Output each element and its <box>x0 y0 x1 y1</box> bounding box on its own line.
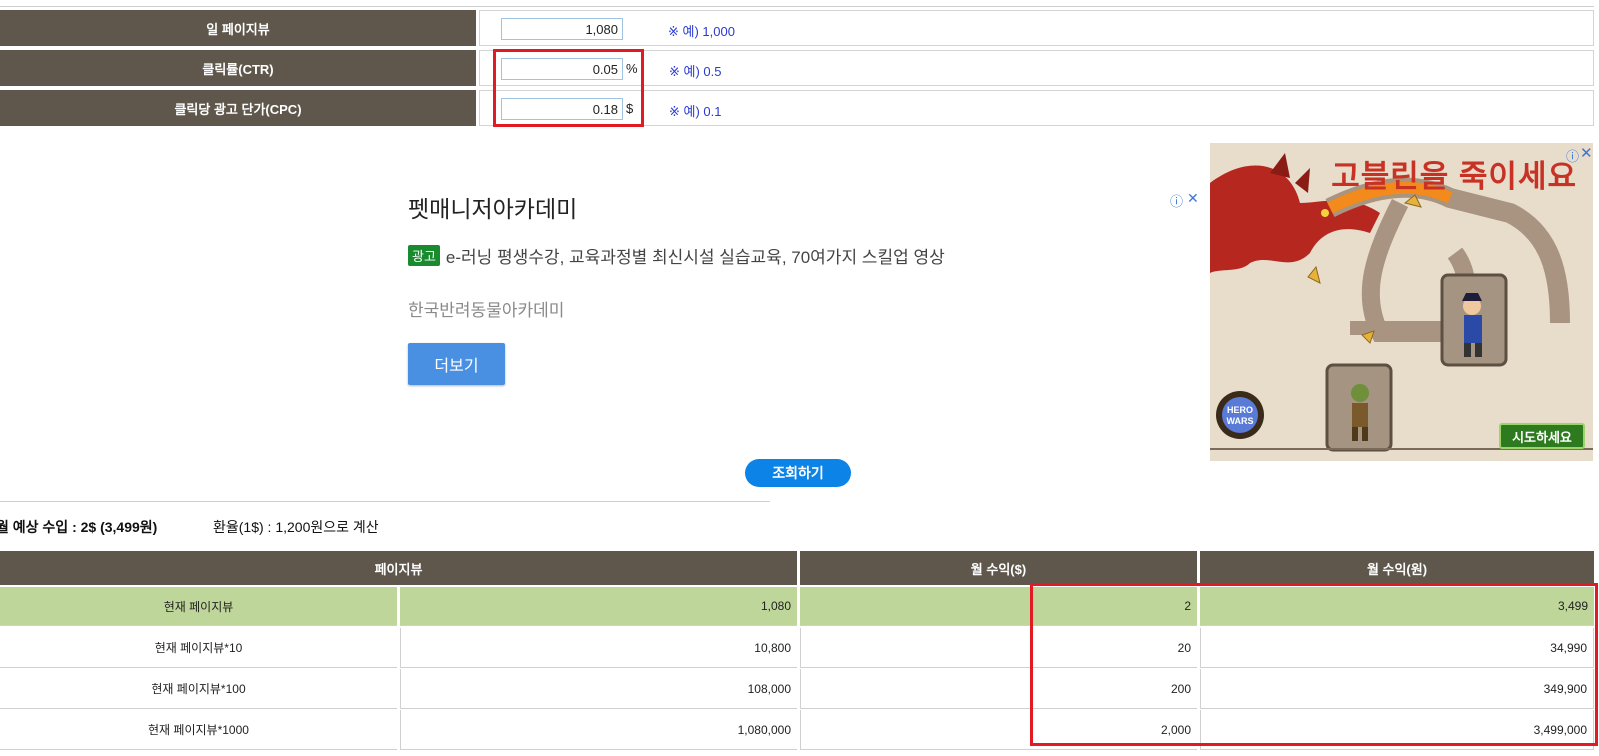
col-header-pageviews: 페이지뷰 <box>0 551 797 585</box>
query-button[interactable]: 조회하기 <box>745 459 851 487</box>
pageviews-cell: ※ 예) 1,000 <box>479 10 1594 46</box>
table-row-label: 현재 페이지뷰 <box>0 587 397 626</box>
ctr-hint: ※ 예) 0.5 <box>669 64 722 79</box>
col-header-krw: 월 수익(원) <box>1200 551 1594 585</box>
ad-title[interactable]: 펫매니저아카데미 <box>408 190 577 224</box>
cpc-label-text: 클릭당 광고 단가(CPC) <box>174 101 302 117</box>
exchange-rate-note: 환율(1$) : 1,200원으로 계산 <box>213 519 379 535</box>
col-header-usd-text: 월 수익($) <box>970 561 1027 577</box>
col-header-pageviews-text: 페이지뷰 <box>374 561 423 577</box>
close-icon[interactable]: ✕ <box>1187 190 1199 207</box>
game-logo-line1: HERO <box>1227 405 1253 415</box>
monthly-income-summary: 월 예상 수입 : 2$ (3,499원) <box>0 517 157 537</box>
col-header-usd: 월 수익($) <box>800 551 1197 585</box>
table-row-label: 현재 페이지뷰*10 <box>0 628 397 668</box>
ctr-cell: % ※ 예) 0.5 <box>479 50 1594 86</box>
ad-advertiser[interactable]: 한국반려동물아카데미 <box>408 296 564 321</box>
cpc-hint: ※ 예) 0.1 <box>669 104 722 119</box>
ad-description: e-러닝 평생수강, 교육과정별 최신시설 실습교육, 70여가지 스킬업 영상 <box>445 248 945 267</box>
ctr-label-text: 클릭률(CTR) <box>202 61 274 77</box>
results-annotation-box <box>1030 583 1598 746</box>
ad-description-line[interactable]: 광고 e-러닝 평생수강, 교육과정별 최신시설 실습교육, 70여가지 스킬업… <box>408 243 945 268</box>
table-cell-pageviews: 1,080,000 <box>400 710 797 750</box>
pageviews-input[interactable] <box>501 18 623 40</box>
summary-divider <box>0 501 770 502</box>
table-row-label: 현재 페이지뷰*1000 <box>0 710 397 750</box>
table-cell-pageviews: 10,800 <box>400 628 797 668</box>
info-icon[interactable]: ⓘ <box>1170 191 1183 210</box>
game-logo-line2: WARS <box>1227 416 1254 426</box>
pageviews-label-text: 일 페이지뷰 <box>206 21 270 37</box>
inputs-annotation-box <box>493 49 644 127</box>
pageviews-hint: ※ 예) 1,000 <box>668 24 735 39</box>
table-row-label: 현재 페이지뷰*100 <box>0 669 397 709</box>
game-ad-cta-button[interactable]: 시도하세요 <box>1499 423 1585 449</box>
ctr-label: 클릭률(CTR) <box>0 50 476 86</box>
col-header-krw-text: 월 수익(원) <box>1366 561 1428 577</box>
ad-badge: 광고 <box>408 245 440 266</box>
top-divider <box>0 6 1594 7</box>
game-ad-headline: 고블린을 죽이세요 <box>1331 159 1577 194</box>
game-ad-banner[interactable]: HERO WARS 고블린을 죽이세요 시도하세요 <box>1210 143 1593 461</box>
cpc-cell: $ ※ 예) 0.1 <box>479 90 1594 126</box>
game-close-icon[interactable]: ✕ <box>1580 144 1593 162</box>
pageviews-label: 일 페이지뷰 <box>0 10 476 46</box>
table-cell-pageviews: 1,080 <box>400 587 797 626</box>
table-cell-pageviews: 108,000 <box>400 669 797 709</box>
game-info-icon[interactable]: ⓘ <box>1566 146 1579 165</box>
ad-more-button[interactable]: 더보기 <box>408 343 505 385</box>
monthly-income-text: 월 예상 수입 : 2$ (3,499원) <box>0 519 158 535</box>
cpc-label: 클릭당 광고 단가(CPC) <box>0 90 476 126</box>
